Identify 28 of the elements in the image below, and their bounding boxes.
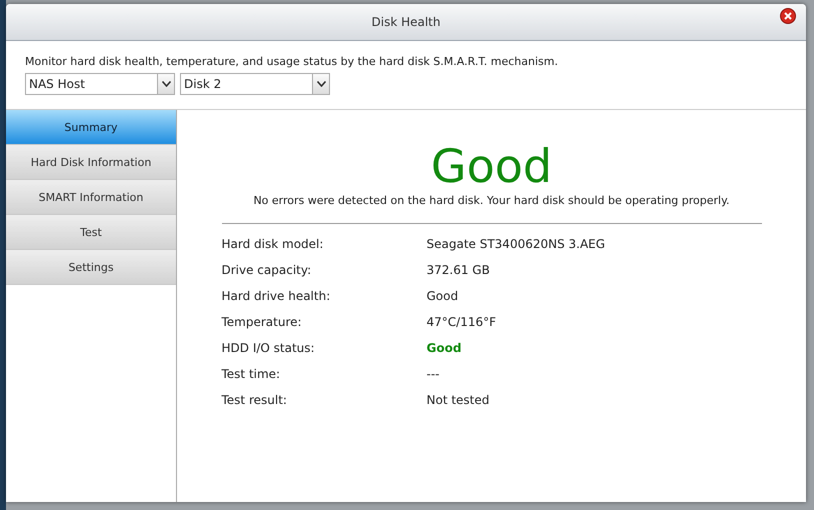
dropdown[interactable]: Disk 2 [180,73,330,95]
field-value: Not tested [426,392,490,409]
field-label: Test result: [222,392,288,409]
sidebar-tab[interactable]: SMART Information [6,180,176,215]
window-title: Disk Health [372,15,440,29]
sidebar-tab[interactable]: Hard Disk Information [6,145,176,180]
sidebar-tab[interactable]: Summary [6,110,176,145]
dropdown[interactable]: NAS Host [25,73,175,95]
close-icon[interactable] [780,8,796,24]
health-status: Good [430,140,552,192]
field-label: Drive capacity: [222,262,312,279]
sidebar-tab[interactable]: Test [6,215,176,250]
field-value: Good [426,288,460,305]
field-value: Seagate ST3400620NS 3.AEG [426,236,606,253]
sidebar-tab[interactable]: Settings [6,250,176,285]
field-value: 47°C/116°F [426,314,497,331]
field-label: HDD I/O status: [222,340,316,357]
field-value: Good [426,340,462,357]
field-label: Test time: [222,366,282,383]
caret-icon [316,81,326,87]
field-value: 372.61 GB [426,262,491,279]
field-value: --- [426,366,440,383]
status-message: No errors were detected on the hard disk. Your hard disk should be operating properly. [253,194,730,207]
field-label: Hard disk model: [222,236,324,253]
caret-icon [162,81,170,87]
field-label: Temperature: [222,314,303,331]
description-text: Monitor hard disk health, temperature, and usage status by the hard disk S.M.A.R.T. mechanism. [25,55,559,68]
field-label: Hard drive health: [222,288,332,305]
